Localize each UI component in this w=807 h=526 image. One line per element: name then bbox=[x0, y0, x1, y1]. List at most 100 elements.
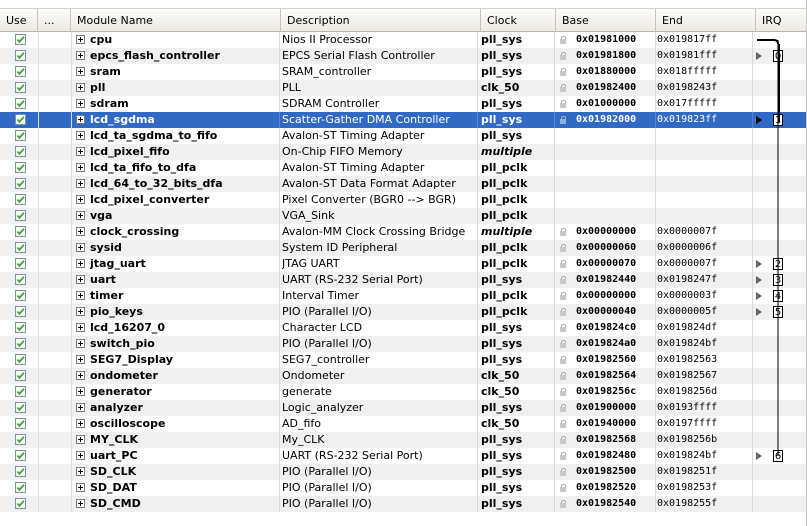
base-address[interactable]: 0x01940000 bbox=[576, 416, 656, 432]
lock-icon[interactable] bbox=[560, 404, 566, 412]
table-row[interactable]: jtag_uart JTAG UART pll_pclk 0x00000070 0x00… bbox=[0, 256, 806, 272]
base-address[interactable]: 0x01981000 bbox=[576, 32, 656, 48]
use-checkbox[interactable] bbox=[15, 34, 26, 45]
module-clock[interactable]: pll_sys bbox=[481, 448, 555, 464]
use-checkbox[interactable] bbox=[15, 114, 26, 125]
table-row[interactable]: sysid System ID Peripheral pll_pclk 0x00000… bbox=[0, 240, 806, 256]
use-checkbox[interactable] bbox=[15, 226, 26, 237]
table-row[interactable]: cpu Nios II Processor pll_sys 0x01981000 0x0… bbox=[0, 32, 806, 48]
lock-icon[interactable] bbox=[560, 356, 566, 364]
module-clock[interactable]: pll_sys bbox=[481, 400, 555, 416]
use-checkbox[interactable] bbox=[15, 354, 26, 365]
lock-icon[interactable] bbox=[560, 68, 566, 76]
module-clock[interactable]: clk_50 bbox=[481, 384, 555, 400]
use-checkbox[interactable] bbox=[15, 66, 26, 77]
base-address[interactable] bbox=[576, 192, 656, 208]
table-row[interactable]: oscilloscope AD_fifo clk_50 0x01940000 0x019… bbox=[0, 416, 806, 432]
base-address[interactable] bbox=[576, 176, 656, 192]
table-row[interactable]: uart UART (RS-232 Serial Port) pll_sys 0x01… bbox=[0, 272, 806, 288]
module-clock[interactable]: pll_sys bbox=[481, 32, 555, 48]
module-clock[interactable]: pll_sys bbox=[481, 112, 555, 128]
table-row[interactable]: MY_CLK My_CLK pll_sys 0x01982568 0x0198256b bbox=[0, 432, 806, 448]
module-clock[interactable]: clk_50 bbox=[481, 416, 555, 432]
expand-icon[interactable] bbox=[76, 179, 85, 188]
column-header-description[interactable]: Description bbox=[281, 9, 481, 32]
table-row[interactable]: epcs_flash_controller EPCS Serial Flash C… bbox=[0, 48, 806, 64]
base-address[interactable]: 0x01982540 bbox=[576, 496, 656, 512]
lock-icon[interactable] bbox=[560, 116, 566, 124]
base-address[interactable]: 0x01982520 bbox=[576, 480, 656, 496]
expand-icon[interactable] bbox=[76, 227, 85, 236]
module-clock[interactable]: pll_sys bbox=[481, 480, 555, 496]
column-header-more[interactable]: ... bbox=[38, 9, 71, 32]
expand-icon[interactable] bbox=[76, 467, 85, 476]
base-address[interactable]: 0x00000040 bbox=[576, 304, 656, 320]
module-clock[interactable]: clk_50 bbox=[481, 368, 555, 384]
expand-icon[interactable] bbox=[76, 291, 85, 300]
table-row[interactable]: analyzer Logic_analyzer pll_sys 0x01900000 0… bbox=[0, 400, 806, 416]
expand-icon[interactable] bbox=[76, 371, 85, 380]
lock-icon[interactable] bbox=[560, 388, 566, 396]
module-clock[interactable]: pll_pclk bbox=[481, 160, 555, 176]
module-clock[interactable]: pll_pclk bbox=[481, 176, 555, 192]
base-address[interactable]: 0x01880000 bbox=[576, 64, 656, 80]
use-checkbox[interactable] bbox=[15, 274, 26, 285]
module-clock[interactable]: pll_sys bbox=[481, 464, 555, 480]
expand-icon[interactable] bbox=[76, 307, 85, 316]
module-clock[interactable]: pll_sys bbox=[481, 496, 555, 512]
table-row[interactable]: lcd_ta_fifo_to_dfa Avalon-ST Timing Adapt… bbox=[0, 160, 806, 176]
lock-icon[interactable] bbox=[560, 308, 566, 316]
expand-icon[interactable] bbox=[76, 147, 85, 156]
module-clock[interactable]: pll_sys bbox=[481, 272, 555, 288]
use-checkbox[interactable] bbox=[15, 210, 26, 221]
base-address[interactable]: 0x00000060 bbox=[576, 240, 656, 256]
expand-icon[interactable] bbox=[76, 483, 85, 492]
lock-icon[interactable] bbox=[560, 436, 566, 444]
module-clock[interactable]: pll_pclk bbox=[481, 192, 555, 208]
use-checkbox[interactable] bbox=[15, 194, 26, 205]
expand-icon[interactable] bbox=[76, 99, 85, 108]
expand-icon[interactable] bbox=[76, 51, 85, 60]
column-header-module-name[interactable]: Module Name bbox=[71, 9, 281, 32]
module-clock[interactable]: pll_sys bbox=[481, 320, 555, 336]
lock-icon[interactable] bbox=[560, 292, 566, 300]
base-address[interactable]: 0x01982400 bbox=[576, 80, 656, 96]
base-address[interactable]: 0x01982000 bbox=[576, 112, 656, 128]
expand-icon[interactable] bbox=[76, 35, 85, 44]
irq-number[interactable]: 0 bbox=[773, 50, 783, 62]
table-row[interactable]: vga VGA_Sink pll_pclk bbox=[0, 208, 806, 224]
expand-icon[interactable] bbox=[76, 435, 85, 444]
irq-number[interactable]: 6 bbox=[773, 450, 783, 462]
use-checkbox[interactable] bbox=[15, 482, 26, 493]
use-checkbox[interactable] bbox=[15, 178, 26, 189]
module-clock[interactable]: pll_sys bbox=[481, 352, 555, 368]
expand-icon[interactable] bbox=[76, 163, 85, 172]
lock-icon[interactable] bbox=[560, 276, 566, 284]
module-clock[interactable]: pll_sys bbox=[481, 96, 555, 112]
module-clock[interactable]: pll_pclk bbox=[481, 240, 555, 256]
expand-icon[interactable] bbox=[76, 403, 85, 412]
base-address[interactable]: 0x0198256c bbox=[576, 384, 656, 400]
module-clock[interactable]: pll_sys bbox=[481, 128, 555, 144]
lock-icon[interactable] bbox=[560, 340, 566, 348]
use-checkbox[interactable] bbox=[15, 434, 26, 445]
module-clock[interactable]: multiple bbox=[481, 224, 555, 240]
table-row[interactable]: pio_keys PIO (Parallel I/O) pll_pclk 0x0000… bbox=[0, 304, 806, 320]
expand-icon[interactable] bbox=[76, 115, 85, 124]
irq-number[interactable]: 2 bbox=[773, 258, 783, 270]
module-clock[interactable]: pll_sys bbox=[481, 336, 555, 352]
column-header-use[interactable]: Use bbox=[0, 9, 38, 32]
table-row[interactable]: sram SRAM_controller pll_sys 0x01880000 0x01… bbox=[0, 64, 806, 80]
base-address[interactable]: 0x019824c0 bbox=[576, 320, 656, 336]
expand-icon[interactable] bbox=[76, 355, 85, 364]
lock-icon[interactable] bbox=[560, 484, 566, 492]
lock-icon[interactable] bbox=[560, 244, 566, 252]
lock-icon[interactable] bbox=[560, 100, 566, 108]
table-row[interactable]: clock_crossing Avalon-MM Clock Crossing B… bbox=[0, 224, 806, 240]
expand-icon[interactable] bbox=[76, 451, 85, 460]
lock-icon[interactable] bbox=[560, 468, 566, 476]
expand-icon[interactable] bbox=[76, 499, 85, 508]
table-row[interactable]: SEG7_Display SEG7_controller pll_sys 0x0198… bbox=[0, 352, 806, 368]
use-checkbox[interactable] bbox=[15, 418, 26, 429]
column-header-end[interactable]: End bbox=[656, 9, 756, 32]
